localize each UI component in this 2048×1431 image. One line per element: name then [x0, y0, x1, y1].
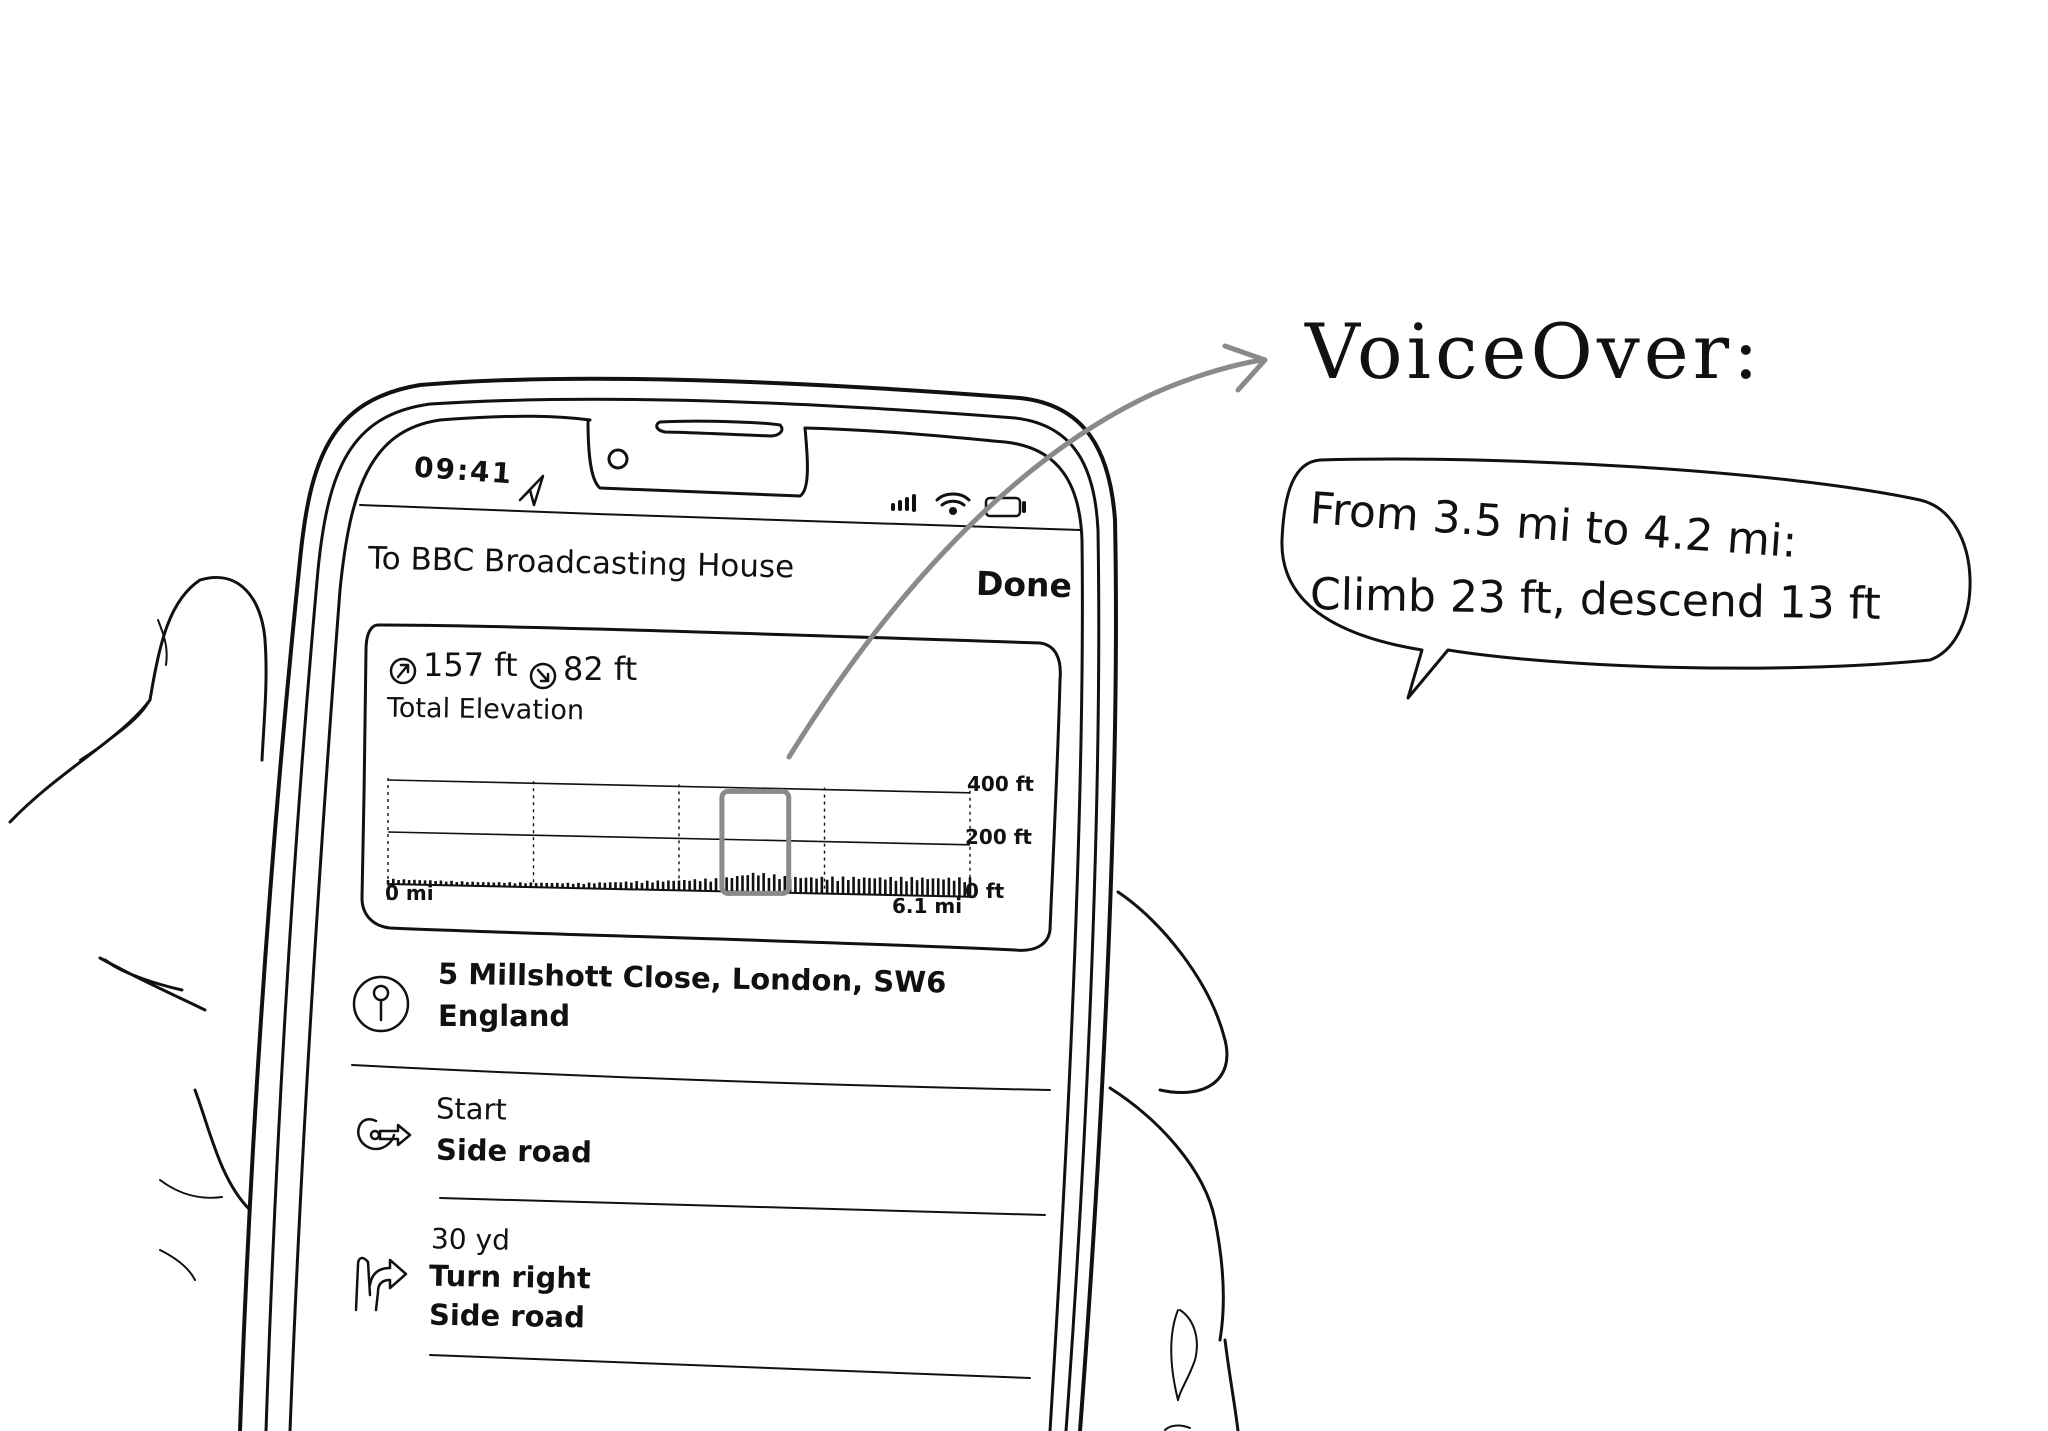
- voiceover-line-2: Climb 23 ft, descend 13 ft: [1309, 569, 1882, 630]
- illustration-stage: 09:41 To BBC Broadcasting House Done 157…: [0, 0, 2048, 1431]
- step-line: 30 yd: [430, 1222, 511, 1257]
- elevation-label: Total Elevation: [386, 692, 585, 727]
- step-line: Side road: [435, 1132, 593, 1170]
- done-button[interactable]: Done: [976, 564, 1073, 605]
- descent-value: 82 ft: [563, 650, 638, 688]
- y-axis-label-400: 400 ft: [967, 772, 1034, 796]
- step-line: Turn right: [428, 1258, 592, 1296]
- voiceover-arrow: [786, 343, 1268, 760]
- x-axis-start-label: 0 mi: [385, 881, 434, 905]
- ascent-value: 157 ft: [423, 646, 518, 684]
- x-axis-end-label: 6.1 mi: [892, 894, 963, 918]
- y-axis-label-0: 0 ft: [965, 879, 1005, 903]
- step-line: Side road: [428, 1297, 586, 1335]
- step-line: England: [438, 999, 571, 1033]
- step-line: Start: [435, 1091, 508, 1127]
- status-time: 09:41: [413, 450, 515, 491]
- voiceover-title: VoiceOver:: [1305, 307, 1763, 396]
- y-axis-label-200: 200 ft: [965, 825, 1032, 849]
